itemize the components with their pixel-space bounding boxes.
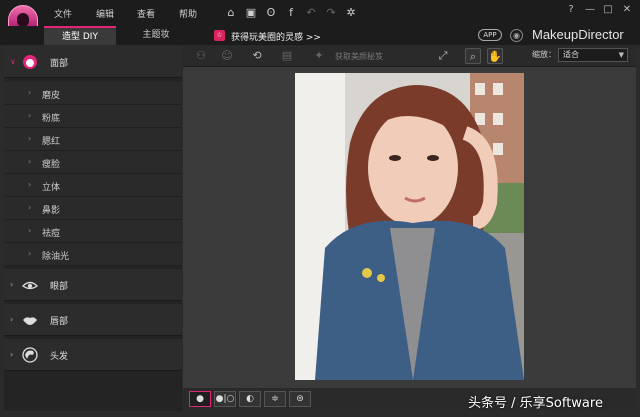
watermark: 头条号 / 乐享Software xyxy=(468,396,603,411)
face-detect-icon[interactable]: ☺ xyxy=(219,48,235,64)
app-button[interactable]: APP xyxy=(478,29,502,41)
tab-theme-makeup[interactable]: 主题妆 xyxy=(120,26,192,45)
category-face-label: 面部 xyxy=(50,59,69,69)
chevron-right-icon: › xyxy=(28,157,32,166)
face-item-label: 立体 xyxy=(42,183,61,193)
zoom-value: 适合 xyxy=(563,50,579,59)
view-single-icon[interactable]: ● xyxy=(189,391,211,407)
chevron-right-icon: › xyxy=(10,315,14,324)
maximize-button[interactable]: □ xyxy=(601,3,615,17)
pan-hand-icon[interactable]: ✋ xyxy=(487,48,503,64)
zoom-select[interactable]: 适合 ▼ xyxy=(558,48,628,62)
face-item-blush[interactable]: › 腮红 xyxy=(4,128,182,151)
app-brand-name: MakeupDirector xyxy=(532,27,624,42)
portrait-photo xyxy=(295,73,524,380)
facebook-icon[interactable]: f xyxy=(284,6,298,20)
chevron-right-icon: › xyxy=(28,180,32,189)
face-item-smooth[interactable]: › 磨皮 xyxy=(4,82,182,105)
face-item-slim[interactable]: › 瘦脸 xyxy=(4,151,182,174)
hair-icon xyxy=(22,347,38,363)
menu-edit[interactable]: 编辑 xyxy=(96,7,114,20)
menu-view[interactable]: 查看 xyxy=(137,7,155,20)
lips-icon xyxy=(23,317,37,325)
view-split-icon[interactable]: ◐ xyxy=(239,391,261,407)
chevron-right-icon: › xyxy=(10,280,14,289)
face-item-nose-shadow[interactable]: › 鼻影 xyxy=(4,197,182,220)
chevron-right-icon: › xyxy=(28,111,32,120)
magic-wand-icon[interactable]: ✦ xyxy=(311,48,327,64)
sidebar: ∨ 面部 › 磨皮 › 粉底 › 腮红 › 瘦脸 › 立体 › 鼻影 › 祛痘 › 除油光 › … xyxy=(4,46,182,411)
inspiration-link[interactable]: 获得玩美圈的灵感 >> xyxy=(231,30,321,43)
chevron-right-icon: › xyxy=(28,226,32,235)
chevron-right-icon: › xyxy=(10,350,14,359)
face-item-shine-removal[interactable]: › 除油光 xyxy=(4,243,182,266)
face-item-label: 祛痘 xyxy=(42,229,61,239)
gift-icon: ☆ xyxy=(214,30,225,41)
face-icon xyxy=(23,55,37,69)
close-button[interactable]: ✕ xyxy=(620,3,634,17)
category-face[interactable]: ∨ 面部 xyxy=(4,46,182,78)
title-bar: 文件 编辑 查看 帮助 ⌂ ▣ ʘ f ↶ ↷ ✲ ? — □ ✕ xyxy=(0,0,640,39)
category-eyes-label: 眼部 xyxy=(50,282,69,292)
category-lips-label: 唇部 xyxy=(50,317,69,327)
chevron-right-icon: › xyxy=(28,249,32,258)
face-item-contour[interactable]: › 立体 xyxy=(4,174,182,197)
gear-icon[interactable]: ✲ xyxy=(344,6,358,20)
chevron-down-icon: ∨ xyxy=(10,57,16,66)
zoom-search-icon[interactable]: ⌕ xyxy=(465,48,481,64)
view-face-icon[interactable]: ⊜ xyxy=(289,391,311,407)
face-item-label: 瘦脸 xyxy=(42,160,61,170)
minimize-button[interactable]: — xyxy=(583,3,597,17)
layers-icon[interactable]: ▤ xyxy=(279,48,295,64)
face-item-label: 鼻影 xyxy=(42,206,61,216)
redo-icon[interactable]: ↷ xyxy=(324,6,338,20)
help-window-button[interactable]: ? xyxy=(564,3,578,17)
view-before-after-icon[interactable]: ●|○ xyxy=(214,391,236,407)
user-icon[interactable]: ◉ xyxy=(510,29,523,42)
tab-diy[interactable]: 造型 DIY xyxy=(44,26,116,45)
compare-faces-icon[interactable]: ⚇ xyxy=(193,48,209,64)
face-item-label: 除油光 xyxy=(42,252,70,262)
view-compare-vertical-icon[interactable]: ≑ xyxy=(264,391,286,407)
category-hair-label: 头发 xyxy=(50,352,69,362)
face-item-label: 磨皮 xyxy=(42,91,61,101)
tab-bar: 造型 DIY 主题妆 ☆ 获得玩美圈的灵感 >> APP ◉ MakeupDir… xyxy=(0,26,640,45)
chevron-right-icon: › xyxy=(28,203,32,212)
menu-help[interactable]: 帮助 xyxy=(179,7,197,20)
undo-icon[interactable]: ↶ xyxy=(304,6,318,20)
chevron-right-icon: › xyxy=(28,134,32,143)
get-makeup-secret-link[interactable]: 获取美颜秘笈 xyxy=(335,51,383,62)
chevron-down-icon: ▼ xyxy=(618,51,624,59)
home-icon[interactable]: ⌂ xyxy=(224,6,238,20)
face-item-label: 粉底 xyxy=(42,114,61,124)
face-item-foundation[interactable]: › 粉底 xyxy=(4,105,182,128)
editing-canvas[interactable] xyxy=(183,67,636,388)
weibo-icon[interactable]: ʘ xyxy=(264,6,278,20)
fit-screen-icon[interactable]: ⤢ xyxy=(435,48,451,64)
zoom-label: 缩放： xyxy=(532,50,556,59)
eye-icon xyxy=(22,281,38,290)
history-icon[interactable]: ⟲ xyxy=(249,48,265,64)
category-eyes[interactable]: › 眼部 xyxy=(4,269,182,301)
chevron-right-icon: › xyxy=(28,88,32,97)
face-item-label: 腮红 xyxy=(42,137,61,147)
category-lips[interactable]: › 唇部 xyxy=(4,304,182,336)
menu-file[interactable]: 文件 xyxy=(54,7,72,20)
face-item-acne[interactable]: › 祛痘 xyxy=(4,220,182,243)
category-hair[interactable]: › 头发 xyxy=(4,339,182,371)
save-icon[interactable]: ▣ xyxy=(244,6,258,20)
